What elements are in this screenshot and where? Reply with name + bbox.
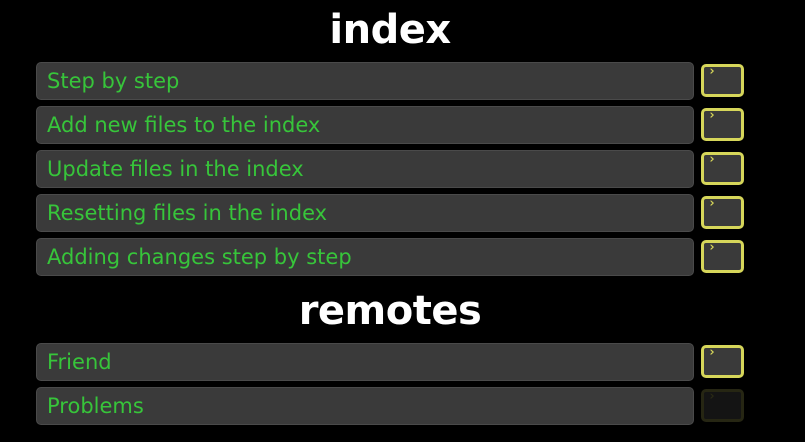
section-title-index: index [329,7,451,53]
terminal-icon: › [708,196,716,211]
level-button-update-files[interactable]: Update files in the index [36,150,694,188]
terminal-button[interactable]: › [701,240,744,273]
level-row: Adding changes step by step › [36,238,746,278]
level-row: Step by step › [36,62,746,102]
level-row: Resetting files in the index › [36,194,746,234]
level-button-add-new-files[interactable]: Add new files to the index [36,106,694,144]
terminal-icon: › [708,64,716,79]
level-row: Add new files to the index › [36,106,746,146]
level-button-problems[interactable]: Problems [36,387,694,425]
section-title-remotes: remotes [298,288,482,334]
terminal-icon: › [708,152,716,167]
terminal-icon: › [708,108,716,123]
terminal-button[interactable]: › [701,196,744,229]
level-button-adding-changes[interactable]: Adding changes step by step [36,238,694,276]
terminal-icon: › [708,389,716,404]
terminal-icon: › [708,345,716,360]
terminal-button[interactable]: › [701,345,744,378]
level-button-step-by-step[interactable]: Step by step [36,62,694,100]
terminal-icon: › [708,240,716,255]
terminal-button[interactable]: › [701,64,744,97]
level-row: Friend › [36,343,746,383]
level-row: Problems › [36,387,746,427]
terminal-button[interactable]: › [701,152,744,185]
level-button-resetting-files[interactable]: Resetting files in the index [36,194,694,232]
level-row: Update files in the index › [36,150,746,190]
terminal-button-disabled[interactable]: › [701,389,744,422]
level-button-friend[interactable]: Friend [36,343,694,381]
terminal-button[interactable]: › [701,108,744,141]
level-list-page: index Step by step › Add new files to th… [0,0,805,442]
